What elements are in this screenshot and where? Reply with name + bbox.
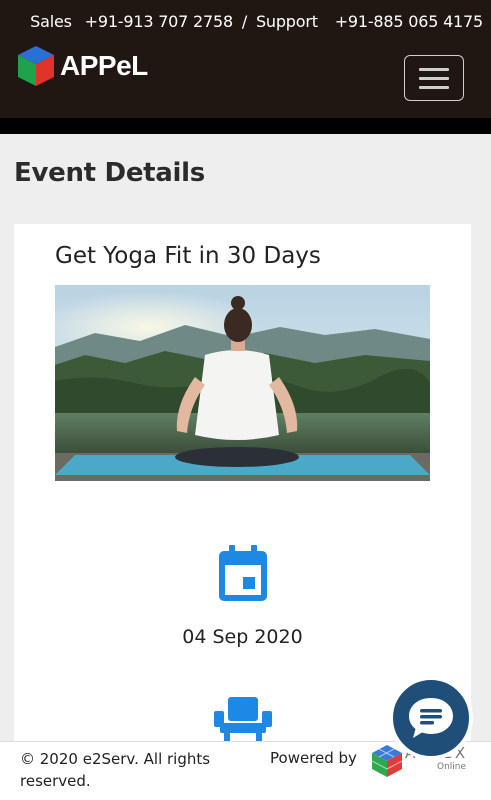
event-date: 04 Sep 2020 [182, 626, 303, 648]
support-phone-link[interactable]: +91-885 065 4175 [335, 12, 484, 31]
brand-logo[interactable]: APPeL [16, 44, 148, 88]
event-image [55, 285, 430, 481]
support-label: Support [255, 12, 318, 31]
sales-phone-link[interactable]: +91-913 707 2758 [85, 12, 234, 31]
header-divider [0, 118, 491, 134]
sales-label: Sales [30, 12, 72, 31]
appex-logo-icon[interactable] [370, 744, 404, 778]
appex-subtitle: Online [437, 762, 467, 772]
contact-separator: / [241, 12, 248, 31]
chat-icon [409, 698, 453, 738]
chair-icon [214, 697, 272, 741]
page-title: Event Details [14, 158, 205, 188]
calendar-icon [217, 545, 269, 603]
event-title: Get Yoga Fit in 30 Days [55, 243, 321, 269]
cube-logo-icon [18, 46, 54, 86]
yoga-landscape-image [55, 285, 430, 481]
powered-by-label: Powered by [270, 749, 357, 767]
chat-button[interactable] [389, 676, 473, 760]
copyright-text: © 2020 e2Serv. All rights reserved. [20, 750, 211, 790]
hamburger-menu-button[interactable] [404, 55, 464, 101]
hamburger-icon [419, 67, 449, 71]
contact-bar: Sales +91-913 707 2758 / Support +91-885… [22, 12, 483, 31]
brand-name: APPeL [60, 50, 148, 81]
